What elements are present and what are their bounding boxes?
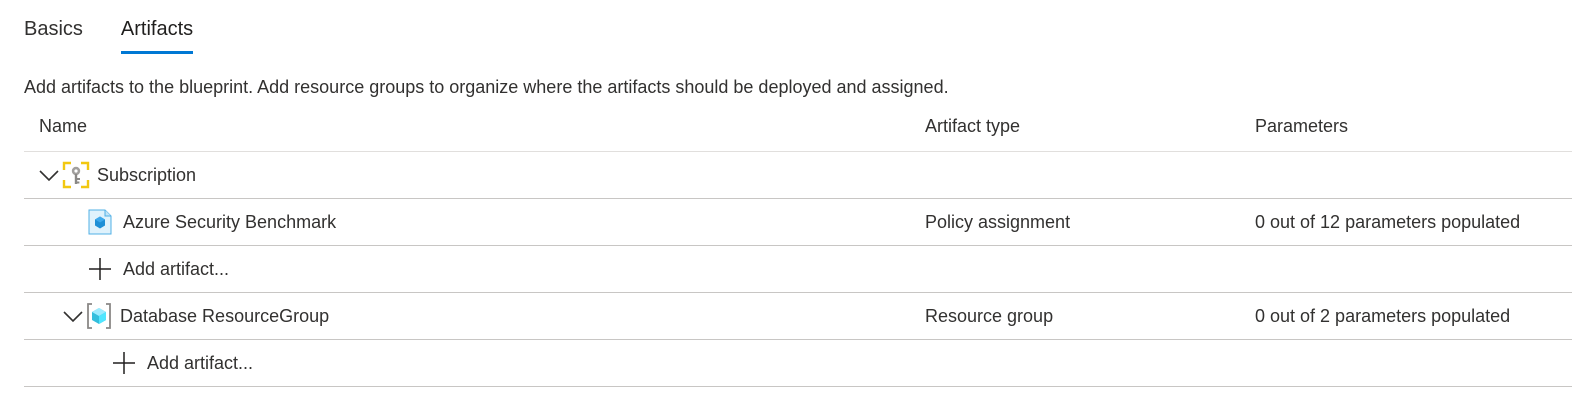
blueprint-editor: Basics Artifacts Add artifacts to the bl… [0, 0, 1572, 417]
table-row[interactable]: Database ResourceGroup Resource group 0 … [24, 293, 1572, 340]
artifacts-grid: Name Artifact type Parameters Subscripti… [24, 104, 1572, 387]
column-header-artifact-type[interactable]: Artifact type [925, 115, 1020, 137]
tab-basics[interactable]: Basics [24, 0, 83, 39]
add-artifact-label: Add artifact... [123, 259, 230, 279]
table-row: Add artifact... [24, 340, 1572, 387]
chevron-down-icon[interactable] [38, 168, 60, 182]
add-artifact-button[interactable]: Add artifact... [112, 340, 253, 386]
plus-icon [113, 352, 135, 374]
row-name: Subscription [97, 165, 197, 185]
add-artifact-label: Add artifact... [147, 353, 254, 373]
add-artifact-button[interactable]: Add artifact... [88, 246, 229, 292]
table-row: Add artifact... [24, 246, 1572, 293]
grid-header: Name Artifact type Parameters [24, 104, 1572, 152]
tab-artifacts[interactable]: Artifacts [120, 0, 194, 54]
column-header-parameters[interactable]: Parameters [1255, 115, 1348, 137]
name-cell: Subscription [38, 152, 196, 198]
name-cell: Database ResourceGroup [62, 293, 329, 339]
name-cell: Azure Security Benchmark [88, 199, 336, 245]
tab-bar: Basics Artifacts [24, 0, 231, 56]
policy-icon [88, 209, 112, 235]
resource-group-icon [87, 303, 111, 329]
column-header-name[interactable]: Name [39, 115, 87, 137]
table-row[interactable]: Azure Security Benchmark Policy assignme… [24, 199, 1572, 246]
parameters-cell: 0 out of 12 parameters populated [1255, 212, 1521, 232]
row-name[interactable]: Azure Security Benchmark [123, 211, 336, 233]
row-name[interactable]: Database ResourceGroup [120, 305, 329, 327]
artifacts-description: Add artifacts to the blueprint. Add reso… [24, 77, 949, 97]
table-row[interactable]: Subscription [24, 152, 1572, 199]
artifact-type-cell: Policy assignment [925, 212, 1071, 232]
chevron-down-icon[interactable] [62, 309, 84, 323]
artifact-type-cell: Resource group [925, 306, 1054, 326]
parameters-cell: 0 out of 2 parameters populated [1255, 306, 1511, 326]
subscription-key-icon [62, 161, 90, 189]
plus-icon [89, 258, 111, 280]
